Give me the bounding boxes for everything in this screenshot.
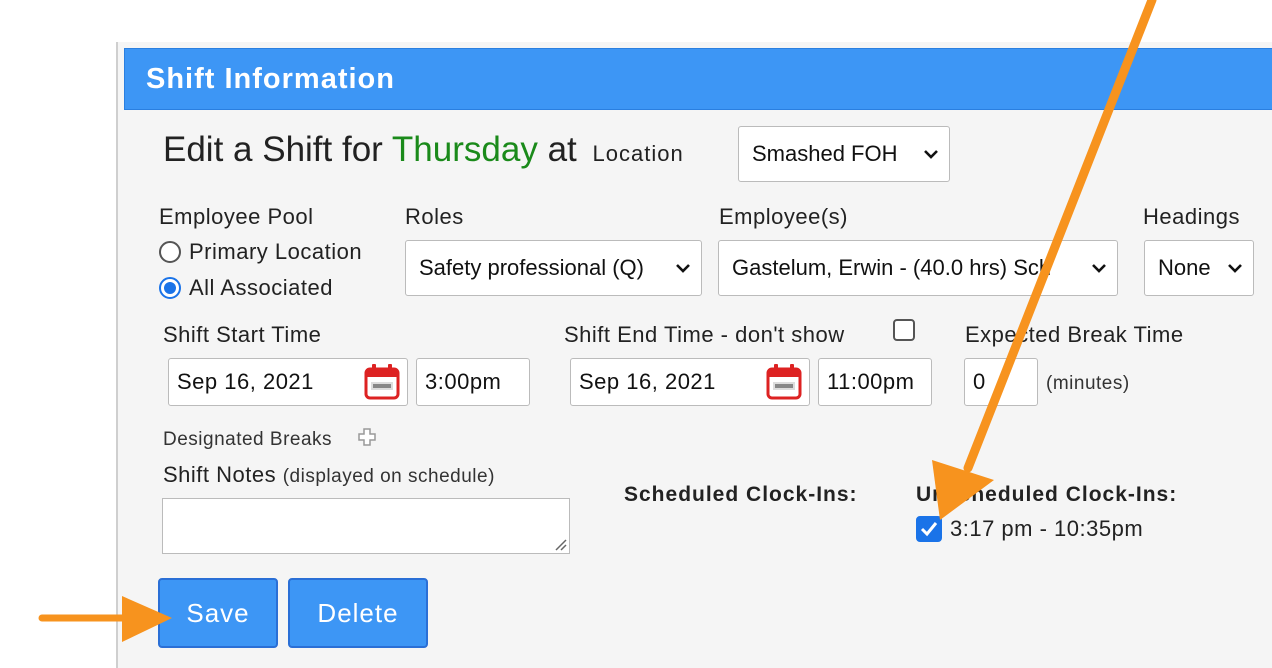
unscheduled-clock-in-row[interactable]: 3:17 pm - 10:35pm [916, 516, 1143, 542]
roles-value: Safety professional (Q) [419, 255, 644, 280]
shift-information-dialog: Shift Information Edit a Shift for Thurs… [118, 42, 1272, 668]
chevron-down-icon [1092, 264, 1106, 273]
radio-all-associated-label: All Associated [189, 275, 333, 300]
shift-start-label: Shift Start Time [163, 322, 322, 347]
shift-end-date-input[interactable]: Sep 16, 2021 [570, 358, 810, 406]
location-value: Smashed FOH [752, 141, 898, 166]
headings-label: Headings [1143, 204, 1240, 229]
calendar-icon[interactable] [363, 363, 401, 401]
radio-primary-location[interactable]: Primary Location [159, 239, 362, 265]
heading-prefix: Edit a Shift for [163, 130, 383, 169]
shift-notes-heading: Shift Notes (displayed on schedule) [163, 462, 495, 488]
unscheduled-clock-ins-label: Unscheduled Clock-Ins: [916, 483, 1178, 506]
calendar-icon[interactable] [765, 363, 803, 401]
scheduled-clock-ins-label: Scheduled Clock-Ins: [624, 483, 858, 506]
delete-button[interactable]: Delete [288, 578, 428, 648]
edit-shift-heading: Edit a Shift for Thursday at Location [163, 130, 684, 170]
shift-start-time-input[interactable]: 3:00pm [416, 358, 530, 406]
chevron-down-icon [676, 264, 690, 273]
dont-show-checkbox[interactable] [893, 319, 915, 341]
shift-end-time-input[interactable]: 11:00pm [818, 358, 932, 406]
location-label: Location [592, 141, 684, 166]
break-time-unit: (minutes) [1046, 373, 1130, 394]
location-select[interactable]: Smashed FOH [738, 126, 950, 182]
roles-label: Roles [405, 204, 464, 229]
designated-breaks-label: Designated Breaks [163, 429, 333, 450]
shift-start-date-value: Sep 16, 2021 [177, 369, 314, 394]
chevron-down-icon [1228, 264, 1242, 273]
radio-primary-location-label: Primary Location [189, 239, 363, 264]
resize-handle-icon[interactable] [553, 537, 567, 551]
heading-at: at [547, 130, 577, 169]
unscheduled-clock-in-checkbox[interactable] [916, 516, 942, 542]
shift-start-time-value: 3:00pm [425, 369, 502, 394]
shift-end-date-value: Sep 16, 2021 [579, 369, 716, 394]
radio-primary-location-button[interactable] [159, 241, 181, 263]
save-button[interactable]: Save [158, 578, 278, 648]
shift-notes-textarea[interactable] [162, 498, 570, 554]
unscheduled-clock-in-entry: 3:17 pm - 10:35pm [950, 516, 1144, 541]
employee-value: Gastelum, Erwin - (40.0 hrs) Sch [732, 255, 1052, 280]
heading-day: Thursday [391, 130, 538, 169]
shift-end-time-value: 11:00pm [827, 369, 915, 394]
shift-start-date-input[interactable]: Sep 16, 2021 [168, 358, 408, 406]
employees-label: Employee(s) [719, 204, 848, 229]
shift-notes-hint: (displayed on schedule) [282, 466, 495, 487]
break-time-input[interactable]: 0 [964, 358, 1038, 406]
radio-all-associated[interactable]: All Associated [159, 275, 333, 301]
checkmark-icon [920, 522, 938, 537]
add-break-icon[interactable] [358, 428, 376, 446]
shift-end-label: Shift End Time - don't show [564, 322, 845, 347]
shift-notes-label: Shift Notes [163, 462, 277, 487]
headings-value: None [1158, 255, 1211, 280]
employee-pool-label: Employee Pool [159, 204, 314, 229]
break-time-label: Expected Break Time [965, 322, 1184, 347]
roles-select[interactable]: Safety professional (Q) [405, 240, 702, 296]
chevron-down-icon [924, 150, 938, 159]
employee-select[interactable]: Gastelum, Erwin - (40.0 hrs) Sch [718, 240, 1118, 296]
dialog-title: Shift Information [124, 48, 1272, 110]
break-time-value: 0 [973, 369, 986, 394]
radio-all-associated-button[interactable] [159, 277, 181, 299]
headings-select[interactable]: None [1144, 240, 1254, 296]
